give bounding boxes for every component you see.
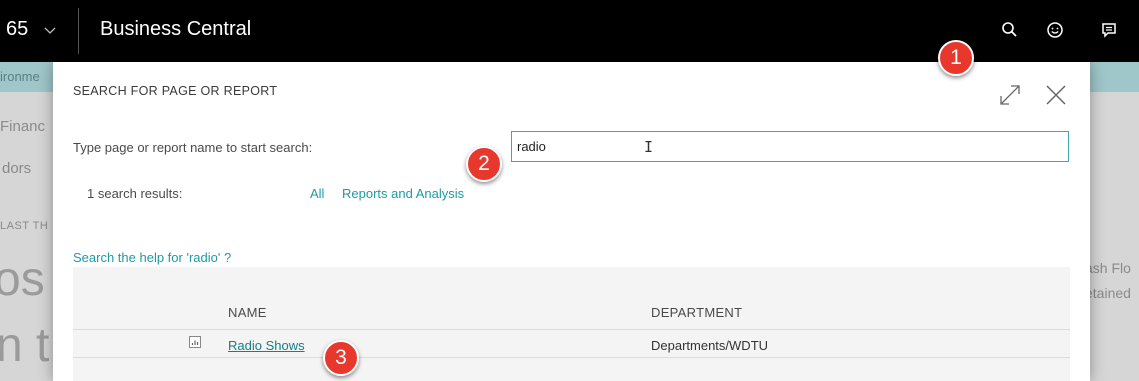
results-table: NAME DEPARTMENT Radio Shows Departments/… [73, 267, 1070, 381]
callout-badge-2: 2 [466, 146, 502, 182]
table-divider [73, 329, 1070, 330]
text-cursor-icon: I [644, 138, 654, 156]
expand-icon[interactable] [997, 82, 1023, 108]
results-count-label: 1 search results: [87, 186, 183, 201]
app-title[interactable]: Business Central [100, 18, 251, 41]
report-icon [189, 336, 201, 348]
result-department: Departments/WDTU [651, 338, 769, 353]
topbar-divider [78, 8, 79, 54]
filter-reports-and-analysis-link[interactable]: Reports and Analysis [342, 186, 464, 201]
chat-icon[interactable] [1097, 18, 1121, 42]
column-header-name[interactable]: NAME [228, 305, 267, 320]
search-dialog: SEARCH FOR PAGE OR REPORT Type page or r… [53, 62, 1090, 381]
background-cash-flow-label: ash Flo [1085, 260, 1131, 276]
smiley-icon[interactable] [1043, 18, 1067, 42]
callout-badge-1: 1 [938, 40, 974, 76]
background-vendors-link: dors [2, 160, 32, 177]
search-prompt-label: Type page or report name to start search… [73, 140, 313, 155]
search-input[interactable] [511, 131, 1069, 162]
environment-label: ironme [0, 69, 40, 84]
background-finance-link: Financ [0, 118, 46, 135]
result-name-link[interactable]: Radio Shows [228, 338, 305, 353]
callout-badge-3: 3 [323, 340, 359, 376]
background-headline-2: n t [0, 319, 50, 372]
dialog-title: SEARCH FOR PAGE OR REPORT [73, 84, 278, 98]
chevron-down-icon[interactable] [44, 24, 56, 36]
background-section-label: LAST TH [0, 220, 49, 232]
search-icon[interactable] [998, 18, 1022, 42]
background-headline-1: os [0, 253, 45, 306]
background-retained-label: etained [1085, 285, 1131, 301]
column-header-department[interactable]: DEPARTMENT [651, 305, 742, 320]
table-divider [73, 357, 1070, 358]
filter-all-link[interactable]: All [310, 186, 324, 201]
suite-name-fragment[interactable]: 65 [6, 18, 28, 41]
close-icon[interactable] [1045, 84, 1067, 106]
search-help-link[interactable]: Search the help for 'radio' ? [73, 250, 231, 265]
